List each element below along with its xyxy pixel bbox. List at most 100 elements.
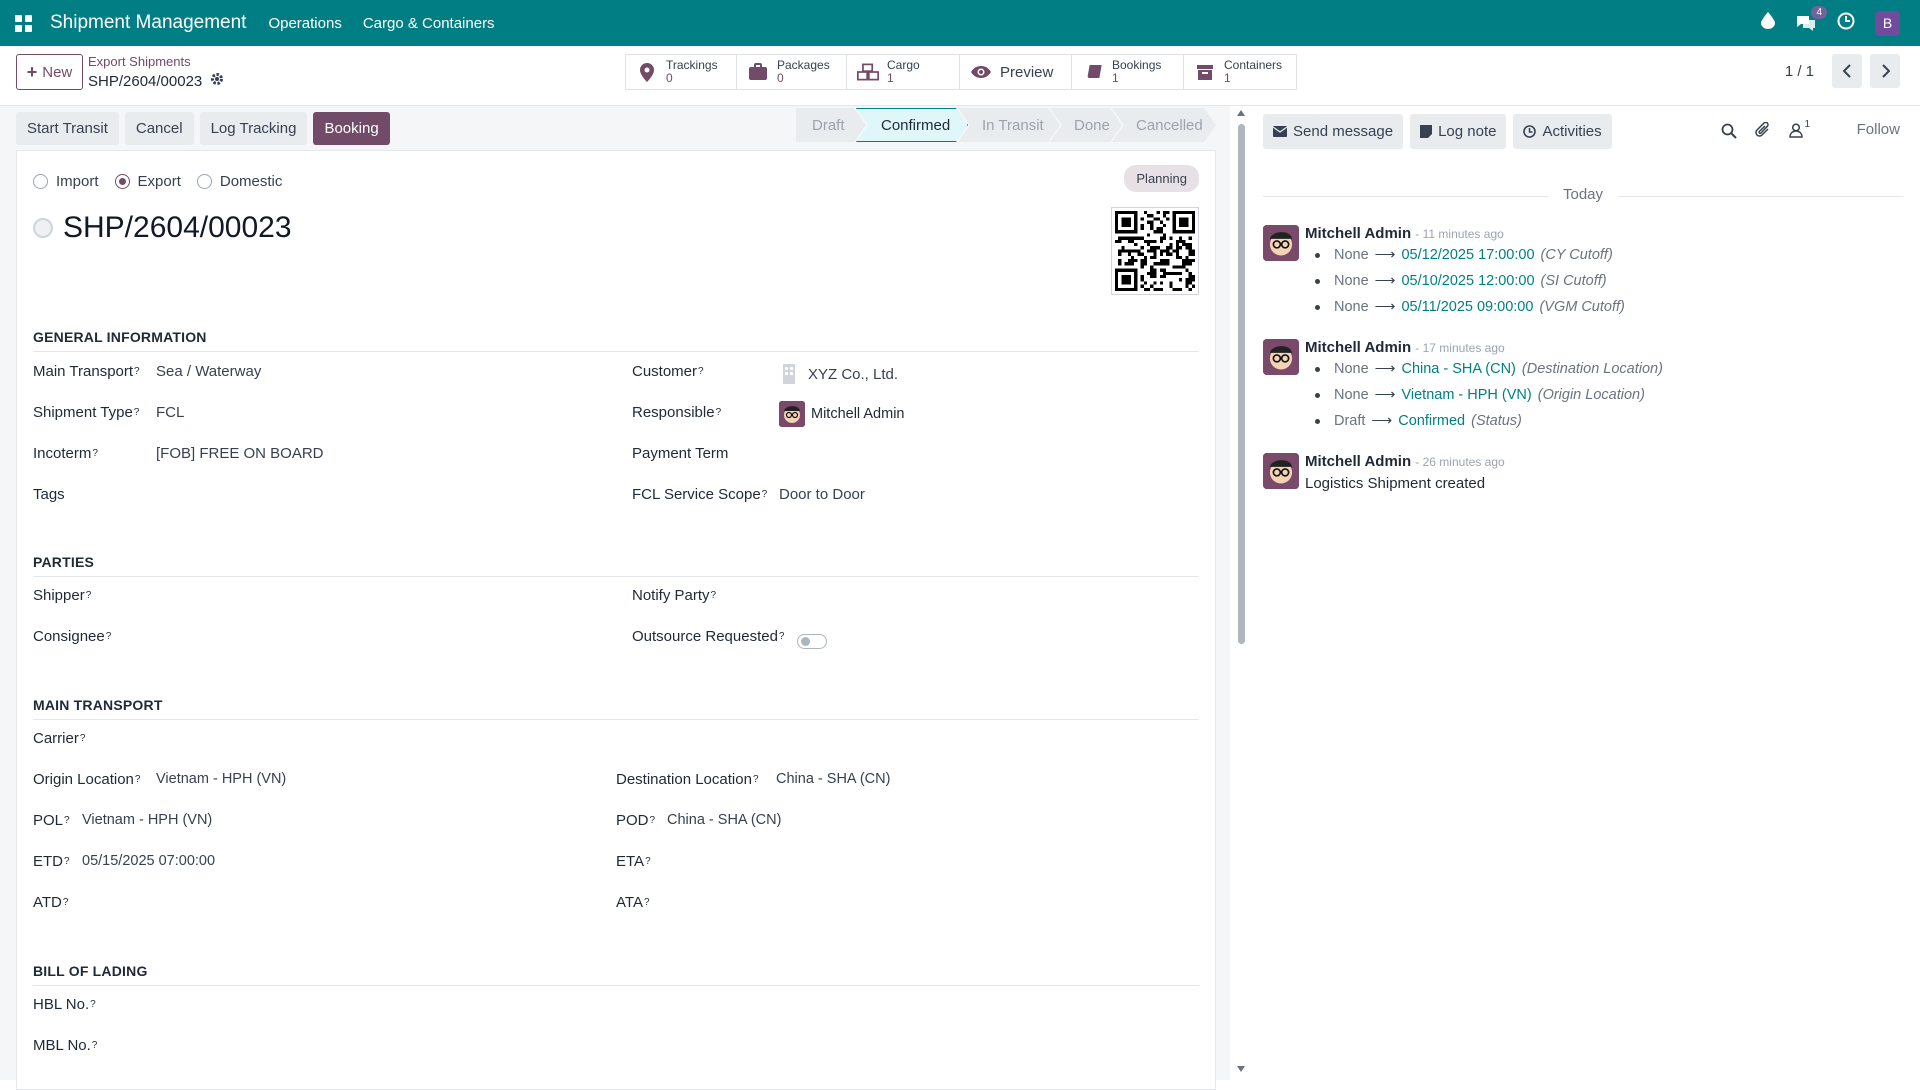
author-name[interactable]: Mitchell Admin xyxy=(1305,453,1411,470)
destination-location-field[interactable]: China - SHA (CN) xyxy=(776,771,890,787)
chevron-left-icon xyxy=(1842,64,1851,78)
stage-draft[interactable]: Draft xyxy=(796,108,866,142)
search-icon[interactable] xyxy=(1721,123,1738,139)
scroll-up-icon[interactable] xyxy=(1237,110,1245,116)
pol-label: POL? xyxy=(33,812,70,829)
stage-confirmed[interactable]: Confirmed xyxy=(856,108,968,142)
author-avatar[interactable] xyxy=(1263,339,1299,375)
stage-cancelled[interactable]: Cancelled xyxy=(1112,108,1216,142)
outsource-requested-toggle[interactable] xyxy=(797,634,827,649)
outsource-requested-label: Outsource Requested? xyxy=(632,628,785,645)
log-note-button[interactable]: Log note xyxy=(1410,113,1507,149)
top-navbar: Shipment Management Operations Cargo & C… xyxy=(0,0,1920,46)
pager-value[interactable]: 1 / 1 xyxy=(1785,63,1814,80)
origin-location-label: Origin Location? xyxy=(33,771,141,788)
old-value: None xyxy=(1334,273,1369,289)
shipment-type-field[interactable]: FCL xyxy=(156,404,184,421)
new-label: New xyxy=(42,63,73,81)
author-name[interactable]: Mitchell Admin xyxy=(1305,225,1411,242)
log-tracking-button[interactable]: Log Tracking xyxy=(199,111,308,145)
priority-circle-icon[interactable] xyxy=(33,218,53,238)
drop-icon[interactable] xyxy=(1761,12,1775,34)
pager-previous-button[interactable] xyxy=(1832,54,1862,88)
control-panel: + New Export Shipments SHP/2604/00023 Tra… xyxy=(0,46,1920,106)
arrow-right-icon: ⟶ xyxy=(1374,247,1396,263)
bookings-button[interactable]: Bookings 1 xyxy=(1072,55,1184,89)
booking-button[interactable]: Booking xyxy=(313,111,390,145)
stage-in-transit[interactable]: In Transit xyxy=(958,108,1060,142)
author-avatar[interactable] xyxy=(1263,453,1299,489)
customer-name: XYZ Co., Ltd. xyxy=(808,365,899,383)
paperclip-icon[interactable] xyxy=(1755,122,1771,139)
pager: 1 / 1 xyxy=(1785,54,1900,88)
fcl-service-scope-field[interactable]: Door to Door xyxy=(779,486,865,503)
clock-icon[interactable] xyxy=(1837,12,1855,35)
bookings-count: 1 xyxy=(1112,71,1119,85)
radio-button[interactable] xyxy=(33,174,48,189)
follow-button[interactable]: Follow xyxy=(1857,121,1900,138)
main-transport-label: Main Transport? xyxy=(33,363,140,380)
containers-label: Containers xyxy=(1224,58,1283,72)
start-transit-button[interactable]: Start Transit xyxy=(16,111,119,145)
activities-button[interactable]: Activities xyxy=(1513,113,1612,149)
radio-domestic[interactable]: Domestic xyxy=(196,173,282,190)
origin-location-field[interactable]: Vietnam - HPH (VN) xyxy=(156,771,286,787)
cargo-button[interactable]: Cargo 1 xyxy=(847,55,960,89)
messages-icon[interactable]: 4 xyxy=(1795,6,1827,32)
follower-count: 1 xyxy=(1804,119,1810,130)
menu-cargo-containers[interactable]: Cargo & Containers xyxy=(363,15,495,32)
customer-field[interactable]: XYZ Co., Ltd. xyxy=(782,363,898,385)
pod-label: POD? xyxy=(616,812,656,829)
apps-menu-icon[interactable] xyxy=(0,0,46,46)
shipment-name[interactable]: SHP/2604/00023 xyxy=(63,211,292,245)
app-title[interactable]: Shipment Management xyxy=(50,12,246,34)
chatter-icons: 1 xyxy=(1721,119,1810,139)
gear-icon[interactable] xyxy=(210,72,224,90)
suitcase-icon xyxy=(747,61,769,83)
containers-button[interactable]: Containers 1 xyxy=(1184,55,1296,89)
field-name: (Origin Location) xyxy=(1537,387,1645,403)
arrow-right-icon: ⟶ xyxy=(1371,413,1393,429)
responsible-field[interactable]: Mitchell Admin xyxy=(779,401,904,427)
trackings-button[interactable]: Trackings 0 xyxy=(626,55,737,89)
scrollbar-thumb[interactable] xyxy=(1238,124,1245,644)
followers-button[interactable]: 1 xyxy=(1789,119,1810,138)
field-name: (CY Cutoff) xyxy=(1540,247,1613,263)
main-transport-field[interactable]: Sea / Waterway xyxy=(156,363,261,380)
cancel-button[interactable]: Cancel xyxy=(124,111,194,145)
user-avatar[interactable]: B xyxy=(1875,10,1900,36)
preview-button[interactable]: Preview xyxy=(960,55,1072,89)
radio-button-checked[interactable] xyxy=(114,174,130,189)
scroll-down-icon[interactable] xyxy=(1237,1066,1245,1072)
breadcrumb-parent[interactable]: Export Shipments xyxy=(88,54,224,69)
author-avatar[interactable] xyxy=(1263,225,1299,261)
pod-field[interactable]: China - SHA (CN) xyxy=(667,812,781,828)
arrow-right-icon: ⟶ xyxy=(1374,273,1396,289)
send-message-button[interactable]: Send message xyxy=(1263,113,1404,149)
pager-next-button[interactable] xyxy=(1870,54,1900,88)
menu-operations[interactable]: Operations xyxy=(268,15,341,32)
containers-count: 1 xyxy=(1224,71,1231,85)
notification-badge: 4 xyxy=(1811,6,1827,19)
author-name[interactable]: Mitchell Admin xyxy=(1305,339,1411,356)
tags-label: Tags xyxy=(33,486,65,503)
chevron-right-icon xyxy=(1881,64,1890,78)
radio-export[interactable]: Export xyxy=(114,173,181,190)
form-scrollbar[interactable] xyxy=(1236,108,1246,1080)
breadcrumb: Export Shipments SHP/2604/00023 xyxy=(88,54,224,90)
new-button[interactable]: + New xyxy=(16,54,83,90)
trackings-count: 0 xyxy=(666,71,673,85)
hbl-no-label: HBL No.? xyxy=(33,996,96,1013)
stage-done[interactable]: Done xyxy=(1050,108,1122,142)
systray: 4 B xyxy=(1761,0,1920,46)
atd-label: ATD? xyxy=(33,894,69,911)
radio-export-label: Export xyxy=(137,173,181,190)
responsible-label: Responsible? xyxy=(632,404,722,421)
packages-button[interactable]: Packages 0 xyxy=(737,55,847,89)
radio-button[interactable] xyxy=(196,174,212,189)
radio-import[interactable]: Import xyxy=(33,173,99,190)
incoterm-field[interactable]: [FOB] FREE ON BOARD xyxy=(156,445,324,462)
pol-field[interactable]: Vietnam - HPH (VN) xyxy=(82,812,212,828)
etd-field[interactable]: 05/15/2025 07:00:00 xyxy=(82,853,215,869)
tracking-change: Draft ⟶ Confirmed (Status) xyxy=(1315,413,1522,429)
